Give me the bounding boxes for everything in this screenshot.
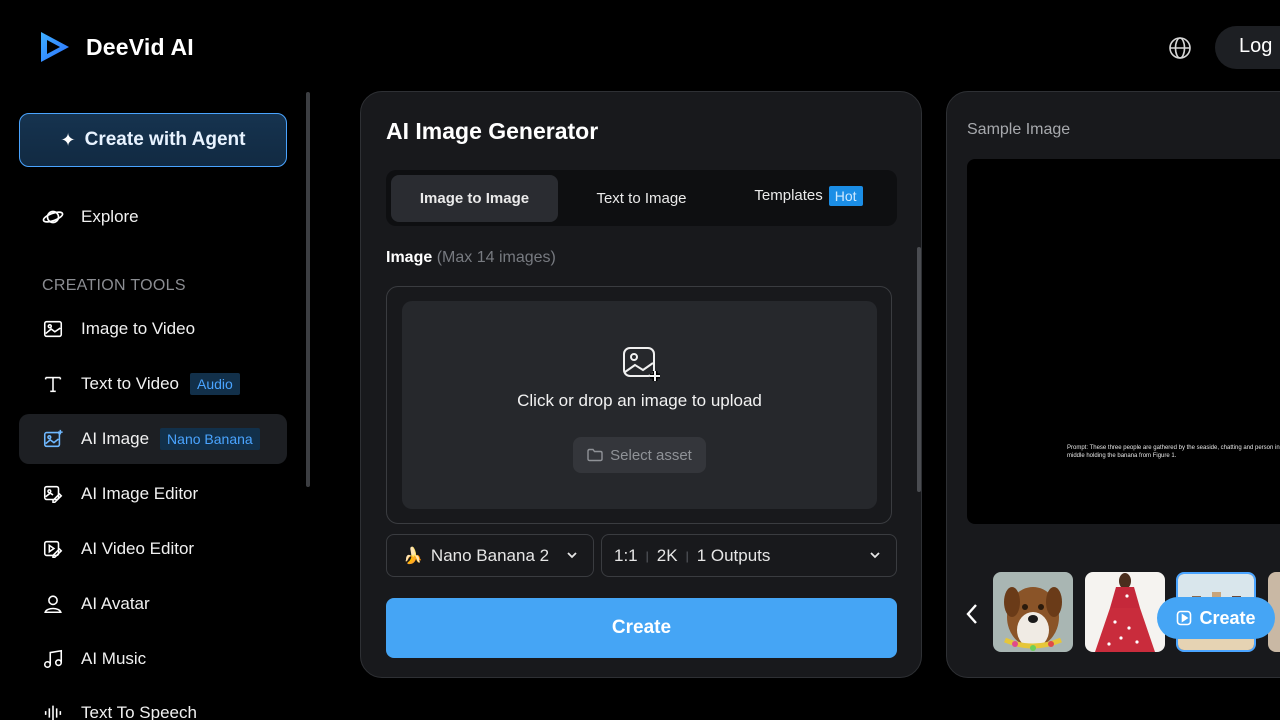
- sidebar-item-label: AI Avatar: [81, 594, 150, 613]
- sidebar-item-label: AI Music: [81, 649, 147, 668]
- image-field-label: Image (Max 14 images): [386, 249, 556, 267]
- page-title: AI Image Generator: [386, 118, 599, 144]
- mode-tabs: Image to Image Text to Image Templates H…: [386, 170, 897, 226]
- sidebar-item-explore[interactable]: Explore: [19, 192, 287, 242]
- deevid-logo-icon: [41, 32, 69, 62]
- sidebar-item-text-to-speech[interactable]: Text To Speech: [19, 688, 287, 720]
- planet-icon: [41, 205, 65, 229]
- waveform-icon: [41, 701, 65, 720]
- sidebar-item-ai-image[interactable]: AI Image Nano Banana: [19, 414, 287, 464]
- video-edit-icon: [41, 537, 65, 561]
- brand-logo[interactable]: DeeVid AI: [38, 30, 194, 64]
- image-label-text: Image: [386, 249, 433, 266]
- outputs-value: 1 Outputs: [696, 545, 771, 565]
- sidebar-item-text-to-video[interactable]: Text to Video Audio: [19, 359, 287, 409]
- music-icon: [41, 647, 65, 671]
- sidebar-item-label: AI Image Editor: [81, 484, 199, 503]
- folder-icon: [587, 448, 603, 462]
- generator-panel: AI Image Generator Image to Image Text t…: [360, 91, 922, 678]
- sidebar-scrollbar[interactable]: [306, 92, 310, 487]
- chevron-left-icon[interactable]: [963, 600, 981, 628]
- red-dress-thumbnail-image: [1085, 572, 1165, 652]
- upload-instruction: Click or drop an image to upload: [517, 391, 762, 410]
- image-edit-icon: [41, 482, 65, 506]
- sidebar-item-label: AI Image: [81, 429, 150, 448]
- separator: |: [645, 548, 649, 563]
- sidebar-item-ai-video-editor[interactable]: AI Video Editor: [19, 524, 287, 574]
- sample-thumbnail-dog[interactable]: [993, 572, 1073, 652]
- sidebar-item-ai-avatar[interactable]: AI Avatar: [19, 579, 287, 629]
- sidebar-item-image-to-video[interactable]: Image to Video: [19, 304, 287, 354]
- sample-image-preview: Prompt: These three people are gathered …: [967, 159, 1280, 524]
- panel-scrollbar[interactable]: [917, 247, 921, 492]
- separator: |: [685, 548, 689, 563]
- sidebar: ✦ Create with Agent Explore CREATION TOO…: [0, 92, 312, 720]
- sidebar-item-ai-image-editor[interactable]: AI Image Editor: [19, 469, 287, 519]
- select-asset-button[interactable]: Select asset: [573, 437, 706, 473]
- image-video-icon: [41, 317, 65, 341]
- tab-text-to-image[interactable]: Text to Image: [558, 175, 725, 222]
- banana-icon: 🍌: [403, 547, 423, 565]
- sample-prompt-text: Prompt: These three people are gathered …: [1067, 445, 1280, 459]
- sample-create-label: Create: [1199, 607, 1256, 628]
- sidebar-item-label: AI Video Editor: [81, 539, 195, 558]
- dog-thumbnail-image: [993, 572, 1073, 652]
- create-button[interactable]: Create: [386, 598, 897, 658]
- tab-templates[interactable]: Templates Hot: [725, 172, 892, 219]
- resolution-value: 2K: [656, 545, 678, 565]
- aspect-ratio-value: 1:1: [614, 545, 638, 565]
- text-t-icon: [41, 372, 65, 396]
- sidebar-item-label: Text To Speech: [81, 703, 197, 720]
- model-name: Nano Banana 2: [430, 545, 550, 565]
- sparkle-icon: ✦: [60, 129, 76, 150]
- sample-create-button[interactable]: Create: [1157, 597, 1275, 639]
- play-square-icon: [1177, 610, 1192, 626]
- sidebar-item-label: Explore: [81, 207, 139, 226]
- sample-thumbnail-dress[interactable]: [1085, 572, 1165, 652]
- section-label: CREATION TOOLS: [42, 277, 186, 294]
- hot-badge: Hot: [828, 185, 863, 206]
- brand-name: DeeVid AI: [86, 33, 194, 60]
- upload-area: Click or drop an image to upload Select …: [386, 286, 892, 524]
- nano-banana-badge: Nano Banana: [160, 428, 260, 450]
- chevron-down-icon: [870, 552, 880, 559]
- tab-image-to-image[interactable]: Image to Image: [391, 175, 558, 222]
- sample-title: Sample Image: [967, 121, 1071, 138]
- audio-badge: Audio: [189, 373, 240, 395]
- model-select[interactable]: 🍌 Nano Banana 2: [386, 534, 594, 577]
- ai-image-icon: [41, 427, 65, 451]
- image-limit-hint: (Max 14 images): [436, 249, 556, 266]
- avatar-icon: [41, 592, 65, 616]
- agent-button-label: Create with Agent: [84, 129, 246, 150]
- sidebar-item-label: Image to Video: [81, 319, 196, 338]
- sidebar-item-label: Text to Video: [81, 374, 179, 393]
- sample-panel: Sample Image Prompt: These three people …: [946, 91, 1280, 678]
- sidebar-item-ai-music[interactable]: AI Music: [19, 634, 287, 684]
- select-asset-label: Select asset: [610, 446, 692, 464]
- output-settings-select[interactable]: 1:1 | 2K | 1 Outputs: [601, 534, 897, 577]
- tab-templates-label: Templates: [754, 187, 823, 204]
- create-with-agent-button[interactable]: ✦ Create with Agent: [19, 113, 287, 167]
- chevron-down-icon: [567, 552, 577, 559]
- upload-dropzone[interactable]: Click or drop an image to upload Select …: [402, 301, 877, 509]
- top-bar: DeeVid AI Log: [0, 0, 1280, 92]
- login-button[interactable]: Log: [1215, 26, 1280, 69]
- add-image-icon: [623, 347, 660, 381]
- globe-icon[interactable]: [1168, 36, 1192, 60]
